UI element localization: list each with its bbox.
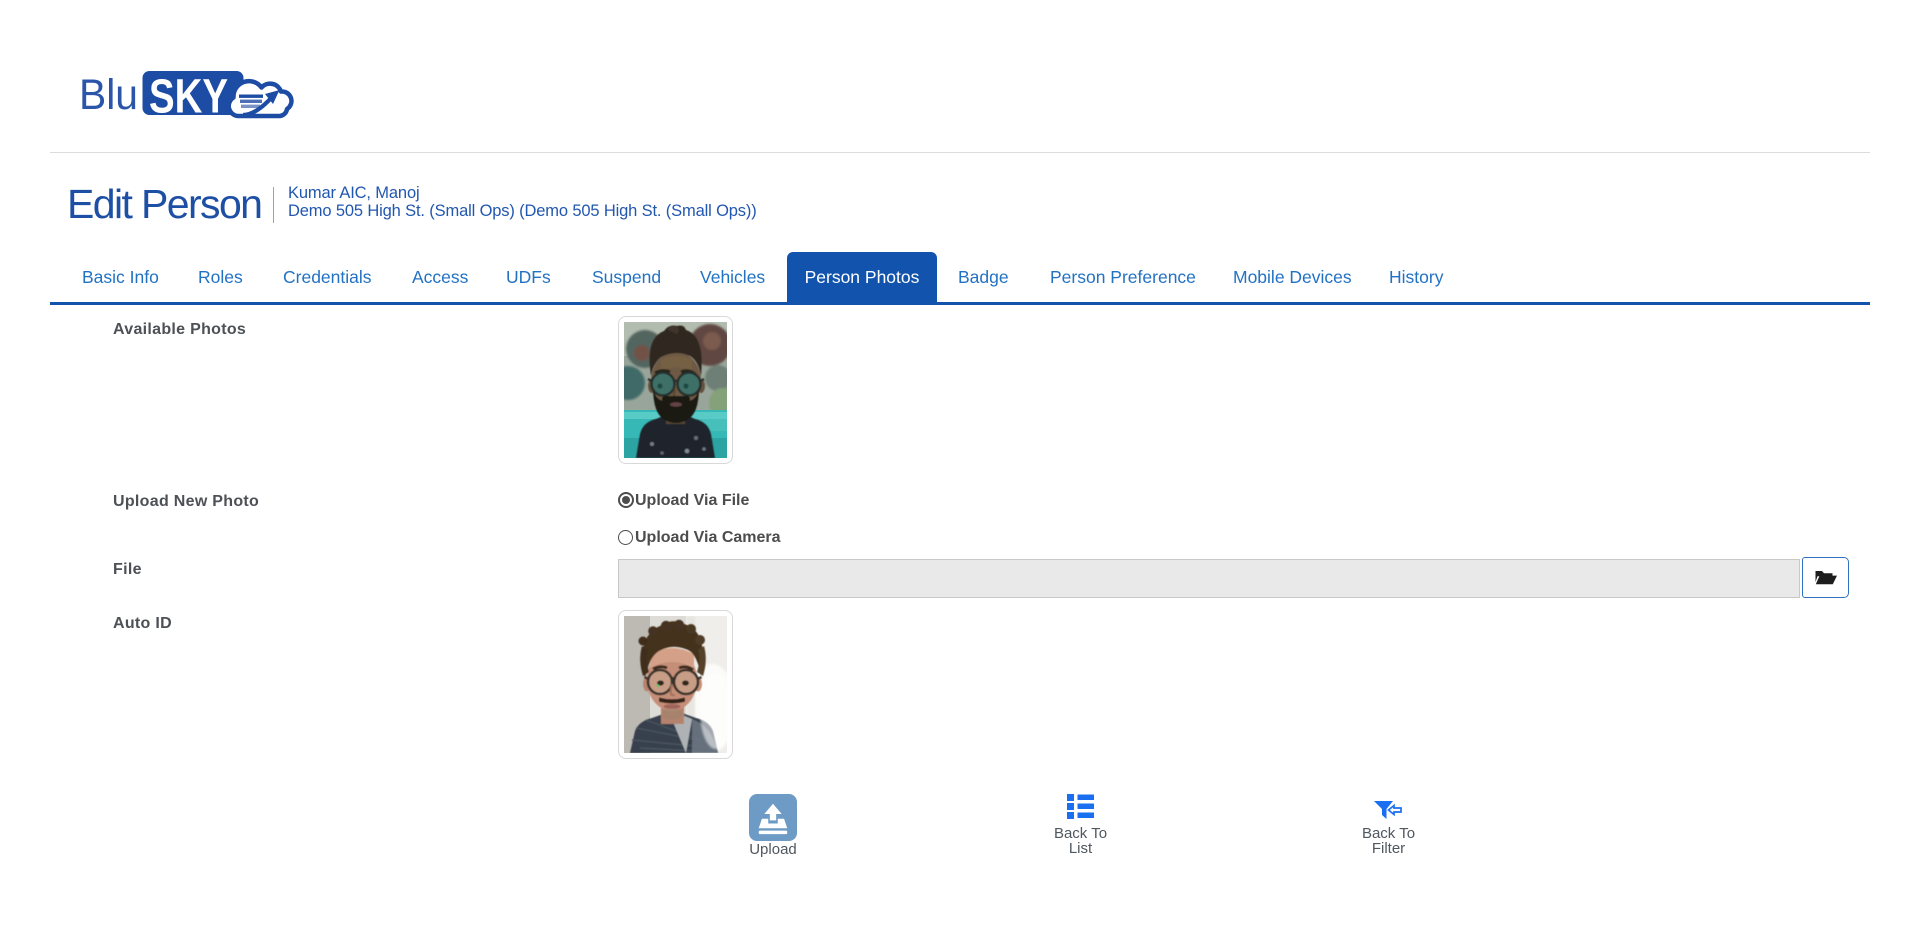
svg-text:SKY: SKY xyxy=(149,71,228,124)
svg-text:Blu: Blu xyxy=(80,71,138,119)
